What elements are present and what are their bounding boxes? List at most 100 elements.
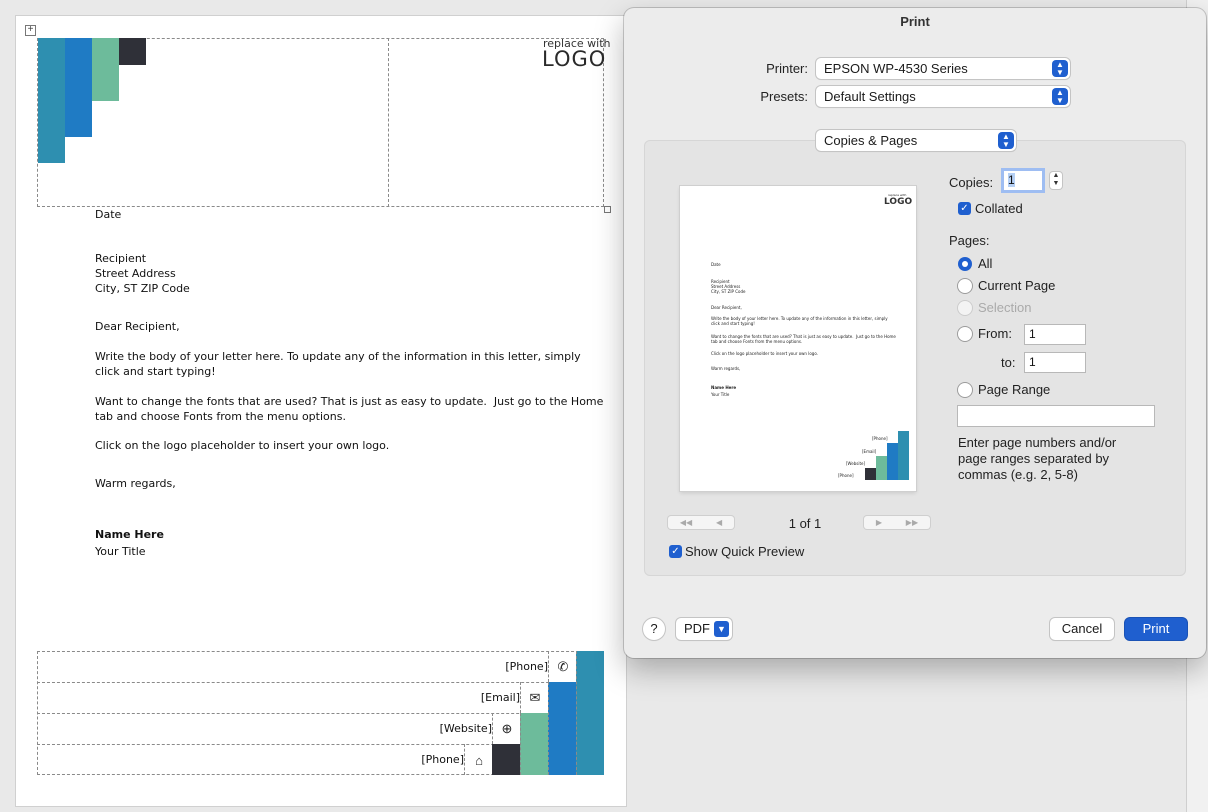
first-page-icon[interactable]: ◀◀ (680, 518, 692, 527)
print-button[interactable]: Print (1125, 618, 1187, 640)
preview-footer-website: [Website] (846, 461, 866, 466)
current-page-radio[interactable] (958, 279, 972, 293)
pdf-label: PDF (684, 621, 710, 636)
preview-block-dark (865, 468, 876, 480)
pages-all-radio[interactable] (958, 257, 972, 271)
header-bar-green (92, 38, 119, 101)
selection-radio (958, 301, 972, 315)
printer-popup[interactable]: EPSON WP-4530 Series ▲ ▼ (816, 58, 1070, 79)
preview-greeting: Dear Recipient, (711, 305, 742, 310)
footer-row-divider (37, 682, 604, 683)
footer-cell-border (548, 651, 549, 682)
table-move-handle[interactable]: + (25, 25, 36, 36)
header-bar-blue (65, 38, 92, 137)
header-table-divider (388, 38, 389, 207)
section-value: Copies & Pages (824, 133, 918, 148)
preview-footer-phone: [Phone] (872, 436, 888, 441)
recipient-street[interactable]: Street Address (95, 266, 176, 281)
page-range-label[interactable]: Page Range (978, 382, 1050, 397)
presets-label: Presets: (760, 89, 808, 104)
copies-value: 1 (1008, 173, 1015, 187)
letter-paragraph-1[interactable]: Write the body of your letter here. To u… (95, 349, 581, 379)
footer-website-label[interactable]: [Website] (260, 722, 492, 735)
from-radio[interactable] (958, 327, 972, 341)
preview-paragraph-1: Write the body of your letter here. To u… (711, 316, 888, 326)
print-preview-page: replace with LOGO Date Recipient Street … (680, 186, 916, 491)
letter-paragraph-2[interactable]: Want to change the fonts that are used? … (95, 394, 603, 424)
printer-value: EPSON WP-4530 Series (824, 61, 968, 76)
footer-block-teal (576, 651, 604, 775)
footer-phone2-label[interactable]: [Phone] (232, 753, 464, 766)
popup-arrows-icon: ▲ ▼ (1052, 60, 1068, 77)
page-range-hint: Enter page numbers and/or page ranges se… (958, 435, 1117, 482)
to-value: 1 (1029, 355, 1036, 369)
copies-stepper[interactable]: ▲ ▼ (1050, 172, 1062, 189)
letter-closing[interactable]: Warm regards, (95, 476, 176, 491)
last-page-icon[interactable]: ▶▶ (906, 518, 918, 527)
footer-block-green (520, 713, 548, 775)
help-button[interactable]: ? (643, 618, 665, 640)
preview-name: Name Here (711, 385, 737, 390)
page-range-radio[interactable] (958, 383, 972, 397)
preview-block-teal (898, 431, 909, 480)
preview-title: Your Title (711, 392, 730, 397)
to-field[interactable]: 1 (1025, 353, 1085, 372)
recipient-name[interactable]: Recipient (95, 251, 146, 266)
from-value: 1 (1029, 327, 1036, 341)
footer-phone-label[interactable]: [Phone] (316, 660, 548, 673)
footer-cell-border (464, 744, 465, 775)
section-popup[interactable]: Copies & Pages ▲ ▼ (816, 130, 1016, 151)
to-label: to: (1001, 355, 1016, 370)
presets-popup[interactable]: Default Settings ▲ ▼ (816, 86, 1070, 107)
presets-value: Default Settings (824, 89, 916, 104)
dialog-title: Print (900, 14, 930, 29)
preview-paragraph-2: Want to change the fonts that are used? … (711, 334, 896, 344)
preview-next-buttons[interactable]: ▶ ▶▶ (864, 516, 930, 529)
copies-label: Copies: (949, 175, 994, 190)
letter-greeting[interactable]: Dear Recipient, (95, 319, 180, 334)
pages-label: Pages: (949, 233, 990, 248)
footer-cell-border (492, 713, 493, 744)
sender-title[interactable]: Your Title (95, 544, 146, 559)
prev-page-icon[interactable]: ◀ (716, 518, 722, 527)
letter-date[interactable]: Date (95, 207, 121, 222)
preview-prev-buttons[interactable]: ◀◀ ◀ (668, 516, 734, 529)
email-icon: ✉ (529, 690, 541, 705)
document-page: + replace with LOGO Date Recipient Stree… (16, 16, 626, 806)
footer-grid (548, 682, 549, 775)
quick-preview-checkbox[interactable]: ✓ (669, 545, 682, 558)
chevron-down-icon: ▼ (714, 621, 729, 637)
copies-field[interactable]: 1 (1004, 171, 1042, 190)
print-dialog: Print Printer: EPSON WP-4530 Series ▲ ▼ P… (624, 8, 1206, 658)
preview-block-blue (887, 443, 898, 480)
preview-footer-email: [Email] (862, 449, 877, 454)
page-indicator: 1 of 1 (788, 516, 822, 531)
home-icon: ⌂ (475, 752, 483, 768)
footer-block-dark (492, 744, 520, 775)
letter-paragraph-3[interactable]: Click on the logo placeholder to insert … (95, 438, 389, 453)
footer-email-label[interactable]: [Email] (288, 691, 520, 704)
popup-arrows-icon: ▲ ▼ (1052, 88, 1068, 105)
cancel-button[interactable]: Cancel (1050, 618, 1114, 640)
footer-grid (576, 651, 577, 775)
pages-all-label[interactable]: All (978, 256, 992, 271)
pdf-menu-button[interactable]: PDF ▼ (676, 618, 732, 640)
preview-paragraph-3: Click on the logo placeholder to insert … (711, 351, 818, 356)
resize-handle[interactable] (604, 206, 611, 213)
collated-label[interactable]: Collated (975, 201, 1023, 216)
preview-recipient: Recipient Street Address City, ST ZIP Co… (711, 279, 746, 294)
page-range-field[interactable] (958, 406, 1154, 426)
preview-logo: LOGO (884, 197, 913, 207)
quick-preview-label[interactable]: Show Quick Preview (685, 544, 804, 559)
recipient-city[interactable]: City, ST ZIP Code (95, 281, 190, 296)
current-page-label[interactable]: Current Page (978, 278, 1055, 293)
printer-label: Printer: (766, 61, 808, 76)
sender-name[interactable]: Name Here (95, 527, 164, 542)
footer-grid (520, 713, 521, 775)
collated-checkbox[interactable]: ✓ (958, 202, 971, 215)
popup-arrows-icon: ▲ ▼ (998, 132, 1014, 149)
next-page-icon[interactable]: ▶ (876, 518, 882, 527)
from-label[interactable]: From: (978, 326, 1012, 341)
globe-icon: ⊕ (501, 721, 513, 736)
from-field[interactable]: 1 (1025, 325, 1085, 344)
